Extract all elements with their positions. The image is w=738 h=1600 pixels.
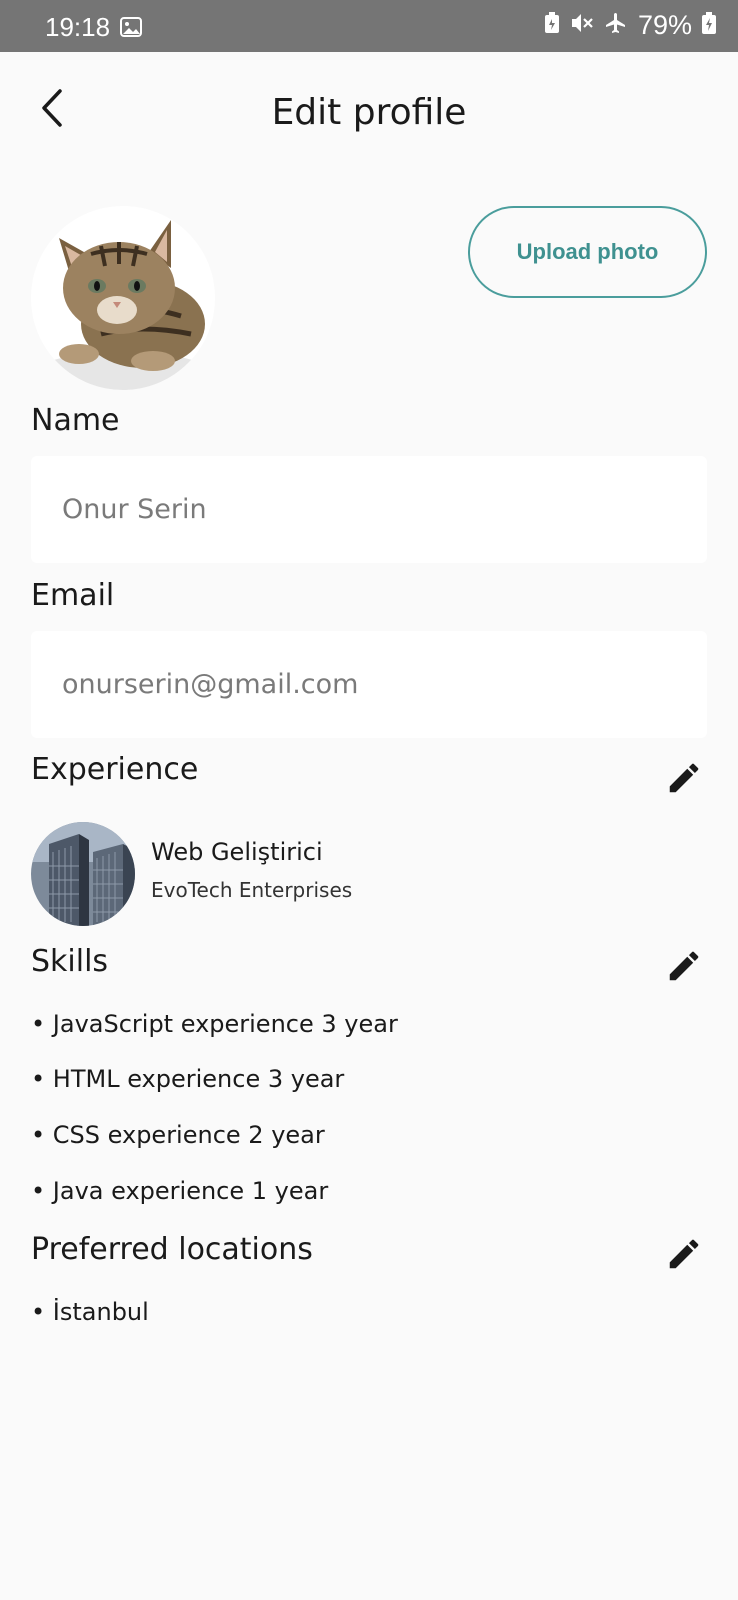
email-label: Email xyxy=(31,578,115,613)
skills-title: Skills xyxy=(31,944,109,979)
locations-title: Preferred locations xyxy=(31,1232,313,1267)
pencil-icon xyxy=(665,947,703,989)
email-field[interactable]: onurserin@gmail.com xyxy=(31,631,707,738)
skill-item: • CSS experience 2 year xyxy=(31,1121,325,1149)
pencil-icon xyxy=(665,1235,703,1277)
experience-role: Web Geliştirici xyxy=(151,838,323,866)
edit-locations-button[interactable] xyxy=(662,1234,706,1278)
kitten-photo xyxy=(31,206,215,390)
app-bar: Edit profile xyxy=(0,52,738,177)
page-title: Edit profile xyxy=(271,92,467,133)
experience-title: Experience xyxy=(31,752,199,787)
status-icons: 79% xyxy=(544,10,716,41)
skill-item: • HTML experience 3 year xyxy=(31,1065,345,1093)
profile-avatar[interactable] xyxy=(31,206,215,390)
battery-percentage: 79% xyxy=(637,10,692,40)
airplane-icon xyxy=(604,11,628,40)
skill-item: • Java experience 1 year xyxy=(31,1177,329,1205)
location-item: • İstanbul xyxy=(31,1298,149,1326)
company-logo xyxy=(31,822,135,926)
battery-charging-icon xyxy=(702,12,716,39)
battery-saver-icon xyxy=(544,12,560,39)
skill-item: • JavaScript experience 3 year xyxy=(31,1010,398,1038)
experience-company: EvoTech Enterprises xyxy=(151,878,353,902)
name-field[interactable]: Onur Serin xyxy=(31,456,707,563)
edit-skills-button[interactable] xyxy=(662,946,706,990)
upload-photo-button[interactable]: Upload photo xyxy=(468,206,707,298)
name-label: Name xyxy=(31,403,120,438)
edit-experience-button[interactable] xyxy=(662,758,706,802)
gallery-icon xyxy=(120,17,142,42)
pencil-icon xyxy=(665,759,703,801)
mute-icon xyxy=(570,12,594,39)
status-time: 19:18 xyxy=(45,12,111,42)
status-bar: 19:18 79% xyxy=(0,0,738,52)
